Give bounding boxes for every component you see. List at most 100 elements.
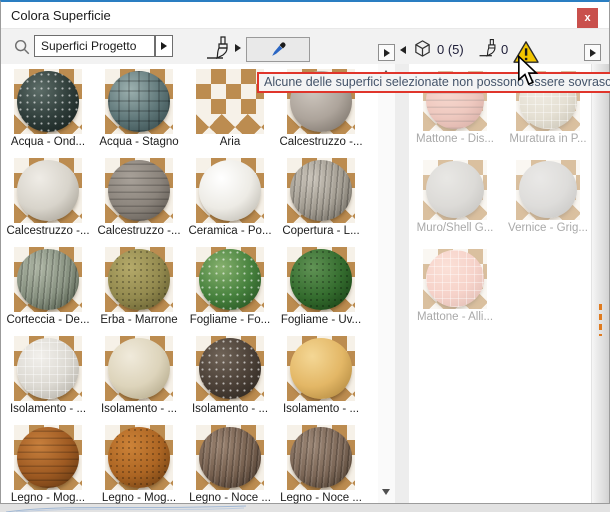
material-sphere — [199, 427, 261, 488]
material-item[interactable]: Legno - Noce ... — [185, 425, 275, 504]
material-label: Muratura in P... — [502, 133, 594, 145]
eyedropper-button[interactable] — [246, 37, 310, 62]
material-sphere — [108, 338, 170, 399]
material-label: Fogliame - Uv... — [276, 314, 366, 326]
paint-brush-icon[interactable] — [204, 36, 232, 60]
mouse-cursor-icon — [517, 55, 541, 87]
material-label: Erba - Marrone — [94, 314, 184, 326]
right-panel-flyout-button[interactable] — [584, 44, 601, 61]
material-thumbnail — [196, 158, 264, 223]
screen: Colora Superficie x Superfici Progetto — [0, 0, 610, 512]
material-sphere — [199, 249, 261, 310]
material-item[interactable]: Fogliame - Fo... — [185, 247, 275, 326]
material-item[interactable]: Acqua - Ond... — [3, 69, 93, 148]
material-thumbnail — [105, 158, 173, 223]
material-label: Isolamento - ... — [185, 403, 275, 415]
material-item[interactable]: Erba - Marrone — [94, 247, 184, 326]
content-area: Acqua - Ond...Acqua - StagnoAriaCalcestr… — [1, 64, 609, 503]
material-sphere — [108, 249, 170, 310]
material-label: Corteccia - De... — [3, 314, 93, 326]
material-thumbnail — [287, 158, 355, 223]
material-thumbnail — [287, 247, 355, 312]
scroll-down-icon[interactable] — [382, 489, 390, 495]
material-label: Copertura - L... — [276, 225, 366, 237]
material-item[interactable]: Copertura - L... — [276, 158, 366, 237]
material-sphere — [199, 338, 261, 399]
material-thumbnail — [287, 425, 355, 490]
material-sphere — [17, 427, 79, 488]
material-item[interactable]: Mattone - Alli... — [409, 249, 501, 323]
collapse-panel-caret-icon[interactable] — [400, 46, 406, 54]
material-item[interactable]: Acqua - Stagno — [94, 69, 184, 148]
left-panel-flyout-button[interactable] — [378, 44, 395, 61]
material-item[interactable]: Isolamento - ... — [3, 336, 93, 415]
material-sphere — [108, 71, 170, 132]
material-sphere — [108, 427, 170, 488]
material-thumbnail — [105, 69, 173, 134]
warning-tooltip: Alcune delle superfici selezionate non p… — [257, 72, 610, 93]
material-label: Legno - Mog... — [94, 492, 184, 504]
material-item[interactable]: Legno - Mog... — [94, 425, 184, 504]
material-label: Legno - Noce ... — [276, 492, 366, 504]
material-label: Acqua - Stagno — [94, 136, 184, 148]
material-thumbnail — [14, 336, 82, 401]
disabled-overlay — [423, 160, 487, 220]
material-thumbnail — [105, 247, 173, 312]
material-thumbnail — [287, 336, 355, 401]
material-item[interactable]: Isolamento - ... — [276, 336, 366, 415]
material-label: Isolamento - ... — [276, 403, 366, 415]
surface-filter-combobox[interactable]: Superfici Progetto — [34, 35, 155, 57]
dropdown-arrow-icon — [161, 42, 167, 50]
material-sphere — [17, 160, 79, 221]
panel-drag-handle-icon[interactable] — [599, 304, 602, 336]
material-sphere — [17, 71, 79, 132]
search-icon — [13, 38, 31, 56]
flyout-arrow-icon — [590, 49, 596, 57]
eyedropper-icon — [266, 39, 290, 61]
material-label: Mattone - Alli... — [409, 311, 501, 323]
material-thumbnail — [196, 336, 264, 401]
title-bar[interactable]: Colora Superficie x — [1, 2, 609, 28]
material-item[interactable]: Calcestruzzo -... — [94, 158, 184, 237]
material-thumbnail — [14, 69, 82, 134]
dialog-title: Colora Superficie — [11, 8, 111, 23]
material-sphere — [290, 249, 352, 310]
material-label: Legno - Noce ... — [185, 492, 275, 504]
desktop-sketch-lines — [6, 504, 246, 512]
material-item[interactable]: Muro/Shell G... — [409, 160, 501, 234]
material-thumbnail — [14, 247, 82, 312]
material-item[interactable]: Legno - Mog... — [3, 425, 93, 504]
material-item[interactable]: Isolamento - ... — [185, 336, 275, 415]
material-sphere — [199, 160, 261, 221]
material-item[interactable]: Isolamento - ... — [94, 336, 184, 415]
material-thumbnail — [14, 425, 82, 490]
colora-superficie-dialog: Colora Superficie x Superfici Progetto — [0, 0, 610, 504]
material-label: Legno - Mog... — [3, 492, 93, 504]
element-cube-icon — [413, 39, 432, 58]
material-sphere — [290, 338, 352, 399]
close-button[interactable]: x — [577, 8, 598, 29]
material-item[interactable]: Vernice - Grig... — [502, 160, 594, 234]
material-item[interactable]: Legno - Noce ... — [276, 425, 366, 504]
material-sphere — [108, 160, 170, 221]
material-item[interactable]: Corteccia - De... — [3, 247, 93, 326]
material-thumbnail — [516, 160, 580, 220]
brush-flyout-caret-icon[interactable] — [235, 44, 241, 52]
filter-dropdown-button[interactable] — [155, 35, 173, 57]
desktop-background — [0, 504, 610, 512]
material-thumbnail — [423, 160, 487, 220]
material-label: Mattone - Dis... — [409, 133, 501, 145]
panel-divider — [395, 64, 409, 503]
material-item[interactable]: Calcestruzzo -... — [3, 158, 93, 237]
material-sphere — [17, 249, 79, 310]
material-sphere — [17, 338, 79, 399]
material-thumbnail — [14, 158, 82, 223]
material-thumbnail — [105, 425, 173, 490]
material-item[interactable]: Ceramica - Po... — [185, 158, 275, 237]
material-label: Calcestruzzo -... — [276, 136, 366, 148]
material-thumbnail — [196, 69, 264, 134]
material-thumbnail — [423, 249, 487, 309]
material-item[interactable]: Fogliame - Uv... — [276, 247, 366, 326]
surface-list-scrollbar[interactable] — [378, 64, 395, 503]
material-thumbnail — [196, 247, 264, 312]
